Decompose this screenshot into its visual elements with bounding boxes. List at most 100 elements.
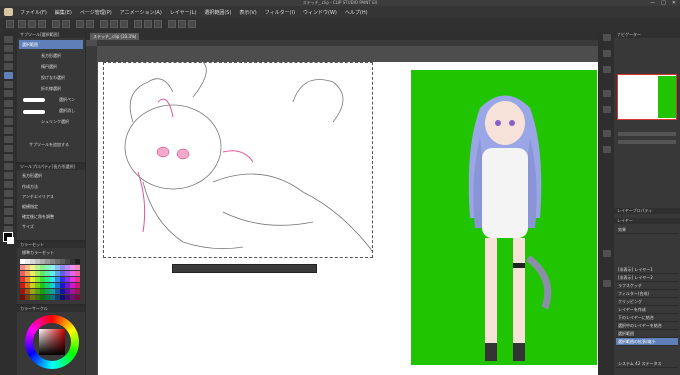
layer-property-icon[interactable] [603,250,611,257]
snap-ruler-icon[interactable] [144,20,152,28]
sub-view-icon[interactable] [603,50,611,57]
layer-item[interactable]: 選択範囲 [616,330,678,338]
redo-icon[interactable] [62,20,70,28]
navigator-icon[interactable] [603,34,611,41]
frame-tool-icon[interactable] [4,190,13,197]
menu-edit[interactable]: 編集(E) [55,9,72,16]
subtool-item[interactable]: シュリンク選択 [19,117,83,126]
gradient-tool-icon[interactable] [4,172,13,179]
pen-tool-icon[interactable] [4,100,13,107]
layer-item[interactable]: [非表示] レイヤー2 [616,274,678,282]
subtool-item[interactable]: 楕円選択 [19,62,83,71]
snap-grid-icon[interactable] [154,20,162,28]
brush-tool-icon[interactable] [4,118,13,125]
home-icon[interactable] [6,20,14,28]
figure-tool-icon[interactable] [4,181,13,188]
property-row[interactable]: サイズ [19,222,83,231]
transform-icon[interactable] [86,20,94,28]
menu-animation[interactable]: アニメーション(A) [120,9,162,16]
decoration-tool-icon[interactable] [4,136,13,143]
saturation-square[interactable] [39,329,65,355]
color-swatch[interactable] [75,295,80,300]
move-tool-icon[interactable] [4,45,13,52]
layer-icon[interactable] [603,106,611,113]
selection-tool-icon[interactable] [4,72,13,79]
property-row[interactable]: 確定後に角を調整 [19,212,83,221]
subtool-item[interactable]: 投げなわ選択 [19,73,83,82]
color-swatch[interactable] [75,277,80,282]
menu-window[interactable]: ウィンドウ(W) [303,9,337,16]
settings-icon[interactable] [178,20,186,28]
color-icon[interactable] [168,20,176,28]
subtool-item[interactable]: 選択消し [19,106,83,115]
eyedropper-tool-icon[interactable] [4,90,13,97]
fill-tool-icon[interactable] [4,163,13,170]
move-layer-tool-icon[interactable] [4,63,13,70]
color-swatch[interactable] [75,289,80,294]
info-icon[interactable] [603,66,611,73]
selection-launcher-toolbar[interactable] [172,264,317,273]
selection-marquee[interactable] [103,62,373,258]
navigator-thumbnail[interactable] [617,74,677,120]
blend-tool-icon[interactable] [4,154,13,161]
subtool-item[interactable]: 長方形選択 [19,51,83,60]
property-row[interactable]: 作成方法 [19,182,83,191]
subtool-item[interactable]: 選択範囲 [19,40,83,49]
layer-item[interactable]: ラフスケッチ [616,282,678,290]
ruler-tool-icon[interactable] [4,199,13,206]
color-set-name[interactable]: 標準カラーセット [19,248,83,257]
zoom-slider[interactable] [618,132,676,136]
layer-item[interactable]: 下のレイヤーに結合 [616,314,678,322]
layer-item[interactable]: クリッピング [616,298,678,306]
layer-item[interactable]: 選択中のレイヤーを結合 [616,322,678,330]
material-icon[interactable] [603,146,611,153]
ruler-icon[interactable] [188,20,196,28]
pencil-tool-icon[interactable] [4,109,13,116]
property-row[interactable]: 縦横指定 [19,202,83,211]
menu-filter[interactable]: フィルター(I) [265,9,295,16]
undo-icon[interactable] [52,20,60,28]
menu-selection[interactable]: 選択範囲(S) [204,9,231,16]
color-swatch[interactable] [75,259,80,264]
add-subtool-button[interactable]: サブツールを追加する [19,140,83,149]
tool-icon[interactable] [603,90,611,97]
subtool-item[interactable]: 折れ線選択 [19,84,83,93]
layer-item[interactable]: フィルター(合成) [616,290,678,298]
show-selection-icon[interactable] [120,20,128,28]
layer-item[interactable]: レイヤーを作成 [616,306,678,314]
color-wheel-panel: カラーサークル [17,306,85,375]
save-icon[interactable] [38,20,46,28]
layer-item[interactable]: [非表示] レイヤー1 [616,266,678,274]
vertical-ruler [86,46,97,375]
airbrush-tool-icon[interactable] [4,127,13,134]
color-swatch[interactable] [75,283,80,288]
history-icon[interactable] [603,130,611,137]
menu-view[interactable]: 表示(V) [239,9,256,16]
invert-selection-icon[interactable] [110,20,118,28]
open-icon[interactable] [28,20,36,28]
balloon-tool-icon[interactable] [4,217,13,224]
menu-help[interactable]: ヘルプ(H) [345,9,368,16]
layer-item[interactable]: 選択範囲の拡張/縮小 [616,338,678,346]
menu-page[interactable]: ページ管理(P) [80,9,112,16]
subtool-item[interactable]: 選択ペン [19,95,83,104]
sub-color-swatch[interactable] [7,237,14,244]
new-file-icon[interactable] [18,20,26,28]
zoom-tool-icon[interactable] [4,36,13,43]
operation-tool-icon[interactable] [4,54,13,61]
layer-panel: レイヤー 効果 [非表示] レイヤー1 [非表示] レイヤー2 ラフスケッチ フ… [614,218,680,375]
color-swatch[interactable] [75,271,80,276]
rotate-slider[interactable] [618,140,676,144]
clear-icon[interactable] [76,20,84,28]
auto-select-tool-icon[interactable] [4,81,13,88]
canvas-tab[interactable]: ステッチ_.clip (33.3%) [90,33,140,40]
layer-search-icon[interactable] [603,280,611,287]
deselect-icon[interactable] [100,20,108,28]
menu-layer[interactable]: レイヤー(L) [170,9,197,16]
text-tool-icon[interactable] [4,208,13,215]
snap-icon[interactable] [134,20,142,28]
property-row[interactable]: アンチエイリアス [19,192,83,201]
menu-file[interactable]: ファイル(F) [20,9,47,16]
eraser-tool-icon[interactable] [4,145,13,152]
color-swatch[interactable] [75,265,80,270]
